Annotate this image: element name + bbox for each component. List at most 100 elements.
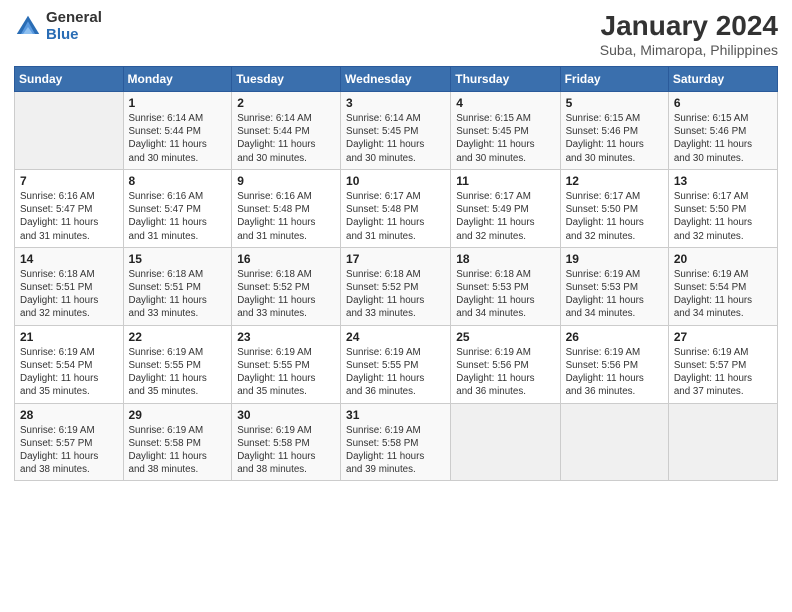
cell-info: Sunrise: 6:14 AM Sunset: 5:44 PM Dayligh… <box>237 112 335 165</box>
cell-info: Sunrise: 6:17 AM Sunset: 5:50 PM Dayligh… <box>674 190 772 243</box>
cell-day-number: 12 <box>566 174 663 188</box>
calendar-cell: 28 Sunrise: 6:19 AM Sunset: 5:57 PM Dayli… <box>15 403 124 481</box>
calendar-cell: 7Sunrise: 6:16 AM Sunset: 5:47 PM Daylig… <box>15 169 124 247</box>
cell-info: Sunrise: 6:17 AM Sunset: 5:48 PM Dayligh… <box>346 190 445 243</box>
cell-info: Sunrise: 6:14 AM Sunset: 5:44 PM Dayligh… <box>129 112 227 165</box>
cell-day-number: 23 <box>237 330 335 344</box>
calendar-cell: 10 Sunrise: 6:17 AM Sunset: 5:48 PM Dayli… <box>341 169 451 247</box>
cell-day-number: 25 <box>456 330 554 344</box>
cell-info: Sunrise: 6:19 AM Sunset: 5:54 PM Dayligh… <box>20 346 118 399</box>
calendar-week-4: 21Sunrise: 6:19 AM Sunset: 5:54 PM Dayli… <box>15 325 778 403</box>
calendar-week-3: 14 Sunrise: 6:18 AM Sunset: 5:51 PM Dayli… <box>15 247 778 325</box>
cell-info: Sunrise: 6:19 AM Sunset: 5:55 PM Dayligh… <box>129 346 227 399</box>
calendar-cell: 3 Sunrise: 6:14 AM Sunset: 5:45 PM Daylig… <box>341 92 451 170</box>
cell-day-number: 14 <box>20 252 118 266</box>
logo: General Blue <box>14 10 102 43</box>
cell-info: Sunrise: 6:19 AM Sunset: 5:54 PM Dayligh… <box>674 268 772 321</box>
cell-day-number: 18 <box>456 252 554 266</box>
cell-day-number: 19 <box>566 252 663 266</box>
calendar-cell <box>15 92 124 170</box>
cell-info: Sunrise: 6:17 AM Sunset: 5:50 PM Dayligh… <box>566 190 663 243</box>
calendar-cell <box>560 403 668 481</box>
cell-day-number: 26 <box>566 330 663 344</box>
calendar-cell: 25 Sunrise: 6:19 AM Sunset: 5:56 PM Dayli… <box>451 325 560 403</box>
header: General Blue January 2024 Suba, Mimaropa… <box>14 10 778 58</box>
page-container: General Blue January 2024 Suba, Mimaropa… <box>0 0 792 491</box>
calendar-week-5: 28 Sunrise: 6:19 AM Sunset: 5:57 PM Dayli… <box>15 403 778 481</box>
day-header-sunday: Sunday <box>15 67 124 92</box>
cell-day-number: 27 <box>674 330 772 344</box>
cell-info: Sunrise: 6:16 AM Sunset: 5:48 PM Dayligh… <box>237 190 335 243</box>
calendar-subtitle: Suba, Mimaropa, Philippines <box>600 42 778 58</box>
cell-day-number: 6 <box>674 96 772 110</box>
cell-day-number: 22 <box>129 330 227 344</box>
cell-info: Sunrise: 6:19 AM Sunset: 5:56 PM Dayligh… <box>566 346 663 399</box>
calendar-cell: 15 Sunrise: 6:18 AM Sunset: 5:51 PM Dayli… <box>123 247 232 325</box>
cell-day-number: 31 <box>346 408 445 422</box>
calendar-cell: 31 Sunrise: 6:19 AM Sunset: 5:58 PM Dayli… <box>341 403 451 481</box>
calendar-cell: 1 Sunrise: 6:14 AM Sunset: 5:44 PM Daylig… <box>123 92 232 170</box>
cell-info: Sunrise: 6:19 AM Sunset: 5:53 PM Dayligh… <box>566 268 663 321</box>
day-header-wednesday: Wednesday <box>341 67 451 92</box>
cell-info: Sunrise: 6:18 AM Sunset: 5:53 PM Dayligh… <box>456 268 554 321</box>
calendar-cell: 13 Sunrise: 6:17 AM Sunset: 5:50 PM Dayli… <box>668 169 777 247</box>
cell-day-number: 29 <box>129 408 227 422</box>
calendar-table: SundayMondayTuesdayWednesdayThursdayFrid… <box>14 66 778 481</box>
cell-day-number: 20 <box>674 252 772 266</box>
cell-info: Sunrise: 6:19 AM Sunset: 5:55 PM Dayligh… <box>237 346 335 399</box>
calendar-week-1: 1 Sunrise: 6:14 AM Sunset: 5:44 PM Daylig… <box>15 92 778 170</box>
day-header-thursday: Thursday <box>451 67 560 92</box>
calendar-cell: 5 Sunrise: 6:15 AM Sunset: 5:46 PM Daylig… <box>560 92 668 170</box>
cell-day-number: 2 <box>237 96 335 110</box>
calendar-week-2: 7Sunrise: 6:16 AM Sunset: 5:47 PM Daylig… <box>15 169 778 247</box>
calendar-cell: 24Sunrise: 6:19 AM Sunset: 5:55 PM Dayli… <box>341 325 451 403</box>
cell-info: Sunrise: 6:17 AM Sunset: 5:49 PM Dayligh… <box>456 190 554 243</box>
cell-info: Sunrise: 6:19 AM Sunset: 5:58 PM Dayligh… <box>346 424 445 477</box>
calendar-header-row: SundayMondayTuesdayWednesdayThursdayFrid… <box>15 67 778 92</box>
cell-day-number: 16 <box>237 252 335 266</box>
cell-day-number: 15 <box>129 252 227 266</box>
calendar-cell: 4 Sunrise: 6:15 AM Sunset: 5:45 PM Daylig… <box>451 92 560 170</box>
calendar-title: January 2024 <box>600 10 778 42</box>
calendar-cell: 29 Sunrise: 6:19 AM Sunset: 5:58 PM Dayli… <box>123 403 232 481</box>
logo-general: General <box>46 10 102 27</box>
logo-icon <box>14 13 42 41</box>
cell-day-number: 1 <box>129 96 227 110</box>
cell-info: Sunrise: 6:19 AM Sunset: 5:57 PM Dayligh… <box>20 424 118 477</box>
cell-info: Sunrise: 6:18 AM Sunset: 5:51 PM Dayligh… <box>20 268 118 321</box>
cell-info: Sunrise: 6:14 AM Sunset: 5:45 PM Dayligh… <box>346 112 445 165</box>
cell-info: Sunrise: 6:19 AM Sunset: 5:58 PM Dayligh… <box>129 424 227 477</box>
cell-day-number: 10 <box>346 174 445 188</box>
title-block: January 2024 Suba, Mimaropa, Philippines <box>600 10 778 58</box>
cell-day-number: 28 <box>20 408 118 422</box>
calendar-cell: 23 Sunrise: 6:19 AM Sunset: 5:55 PM Dayli… <box>232 325 341 403</box>
calendar-cell: 12 Sunrise: 6:17 AM Sunset: 5:50 PM Dayli… <box>560 169 668 247</box>
cell-info: Sunrise: 6:15 AM Sunset: 5:46 PM Dayligh… <box>566 112 663 165</box>
calendar-cell: 17Sunrise: 6:18 AM Sunset: 5:52 PM Dayli… <box>341 247 451 325</box>
cell-day-number: 11 <box>456 174 554 188</box>
cell-day-number: 5 <box>566 96 663 110</box>
cell-info: Sunrise: 6:16 AM Sunset: 5:47 PM Dayligh… <box>20 190 118 243</box>
logo-blue: Blue <box>46 27 102 44</box>
cell-info: Sunrise: 6:18 AM Sunset: 5:51 PM Dayligh… <box>129 268 227 321</box>
cell-day-number: 13 <box>674 174 772 188</box>
cell-info: Sunrise: 6:19 AM Sunset: 5:55 PM Dayligh… <box>346 346 445 399</box>
calendar-cell: 21Sunrise: 6:19 AM Sunset: 5:54 PM Dayli… <box>15 325 124 403</box>
cell-info: Sunrise: 6:18 AM Sunset: 5:52 PM Dayligh… <box>237 268 335 321</box>
cell-day-number: 3 <box>346 96 445 110</box>
calendar-cell: 11 Sunrise: 6:17 AM Sunset: 5:49 PM Dayli… <box>451 169 560 247</box>
cell-info: Sunrise: 6:15 AM Sunset: 5:45 PM Dayligh… <box>456 112 554 165</box>
cell-info: Sunrise: 6:15 AM Sunset: 5:46 PM Dayligh… <box>674 112 772 165</box>
cell-day-number: 9 <box>237 174 335 188</box>
cell-info: Sunrise: 6:19 AM Sunset: 5:56 PM Dayligh… <box>456 346 554 399</box>
calendar-cell: 22 Sunrise: 6:19 AM Sunset: 5:55 PM Dayli… <box>123 325 232 403</box>
cell-info: Sunrise: 6:16 AM Sunset: 5:47 PM Dayligh… <box>129 190 227 243</box>
calendar-cell: 16 Sunrise: 6:18 AM Sunset: 5:52 PM Dayli… <box>232 247 341 325</box>
cell-day-number: 8 <box>129 174 227 188</box>
logo-text: General Blue <box>46 10 102 43</box>
cell-day-number: 4 <box>456 96 554 110</box>
calendar-cell: 27Sunrise: 6:19 AM Sunset: 5:57 PM Dayli… <box>668 325 777 403</box>
calendar-cell: 8 Sunrise: 6:16 AM Sunset: 5:47 PM Daylig… <box>123 169 232 247</box>
day-header-friday: Friday <box>560 67 668 92</box>
calendar-cell: 18 Sunrise: 6:18 AM Sunset: 5:53 PM Dayli… <box>451 247 560 325</box>
